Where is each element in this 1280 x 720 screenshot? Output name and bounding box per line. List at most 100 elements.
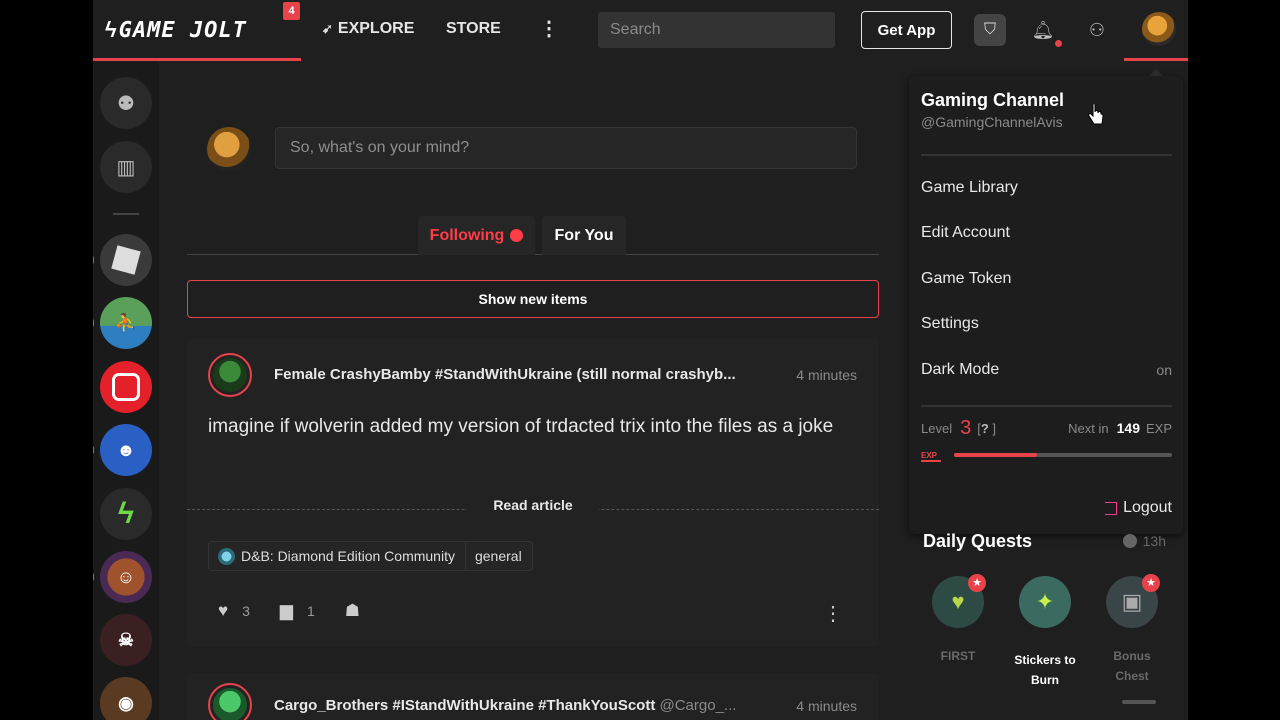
- community-name: D&B: Diamond Edition Community: [241, 541, 466, 571]
- logout-button[interactable]: Logout: [1105, 499, 1172, 517]
- menu-item-label: Game Token: [921, 270, 1012, 287]
- get-app-button[interactable]: Get App: [861, 11, 952, 49]
- switch-icon: [112, 373, 140, 401]
- post-composer-input[interactable]: So, what's on your mind?: [275, 127, 857, 169]
- read-article-link[interactable]: Read article: [467, 497, 599, 513]
- user-handle[interactable]: @GamingChannelAvis: [921, 114, 1063, 130]
- left-sidebar: ⚉ ▥ ⛹ ☻ ϟ ☺ ☠ ◉: [93, 61, 159, 720]
- post-author-name[interactable]: Female CrashyBamby #StandWithUkraine (st…: [274, 366, 774, 383]
- explore-icon: ➹: [322, 21, 333, 36]
- sidebar-game-8[interactable]: ◉: [100, 677, 152, 720]
- community-channel[interactable]: general: [466, 548, 532, 564]
- exp-unit: EXP: [1145, 420, 1172, 436]
- show-new-items-button[interactable]: Show new items: [187, 280, 879, 318]
- notification-dot: [1055, 40, 1062, 47]
- star-icon: ★: [1142, 574, 1160, 592]
- feed-post: Cargo_Brothers #IStandWithUkraine #Thank…: [187, 673, 879, 720]
- sidebar-game-5[interactable]: ϟ: [100, 488, 152, 540]
- game-token-button[interactable]: ⛉: [974, 14, 1006, 46]
- menu-item-edit-account[interactable]: Edit Account: [921, 218, 1172, 248]
- app-window: ϟ GAME JOLT 4 ➹ EXPLORE STORE ⋮ Get App …: [93, 0, 1188, 720]
- tab-following[interactable]: Following: [418, 216, 535, 255]
- hand-cursor-icon: [1088, 104, 1104, 125]
- heart-quest-icon: ♥ ★: [932, 574, 986, 628]
- sidebar-game-switch[interactable]: [100, 361, 152, 413]
- like-count: 3: [242, 603, 250, 619]
- comment-count: 1: [306, 603, 315, 619]
- like-button[interactable]: ♥ 3: [218, 601, 250, 621]
- gamejolt-logo[interactable]: ϟ GAME JOLT 4: [105, 2, 300, 44]
- user-avatar-button[interactable]: [1142, 12, 1176, 46]
- notifications-button[interactable]: 🔔︎: [1027, 14, 1062, 47]
- comment-button[interactable]: ▆ 1: [280, 601, 315, 621]
- heart-icon: ♥: [218, 601, 229, 620]
- sticker-icon: ☗: [344, 601, 361, 620]
- freddy-icon: ☺: [116, 566, 136, 587]
- next-level-exp: 149: [1116, 420, 1140, 436]
- post-more-options-icon[interactable]: ⋮: [823, 601, 843, 626]
- token-icon: ⛉: [974, 14, 1006, 46]
- exp-progress-fill: [954, 453, 1037, 457]
- daily-quests-title[interactable]: Daily Quests: [923, 531, 1032, 552]
- sidebar-game-2[interactable]: ⛹: [100, 297, 152, 349]
- sidebar-divider: [113, 213, 139, 215]
- menu-divider: [921, 154, 1172, 156]
- logout-icon: [1105, 501, 1118, 515]
- post-author-avatar[interactable]: [208, 353, 252, 397]
- user-display-name[interactable]: Gaming Channel: [921, 90, 1064, 111]
- community-icon: [218, 547, 235, 565]
- post-body-text: imagine if wolverin added my version of …: [208, 416, 834, 437]
- sidebar-pip: [93, 319, 94, 327]
- quest-stickers-to-burn[interactable]: ✦ Stickers to Burn: [1005, 576, 1085, 690]
- activity-feed: So, what's on your mind? Following For Y…: [187, 61, 879, 720]
- sidebar-activity-button[interactable]: ⚉: [100, 77, 152, 129]
- level-help-button[interactable]: ?: [981, 421, 989, 436]
- next-level-label: Next in: [1068, 420, 1109, 436]
- nav-explore[interactable]: ➹ EXPLORE: [322, 20, 414, 38]
- post-author-avatar[interactable]: [208, 683, 252, 720]
- quest-bonus-chest[interactable]: ▣ ★ Bonus Chest: [1092, 574, 1172, 686]
- bell-icon: 🔔︎: [1031, 19, 1055, 40]
- dark-mode-value: on: [1156, 362, 1172, 378]
- feed-post: Female CrashyBamby #StandWithUkraine (st…: [187, 339, 879, 647]
- sticker-button[interactable]: ☗: [345, 601, 374, 621]
- post-author-name[interactable]: Cargo_Brothers #IStandWithUkraine #Thank…: [274, 697, 774, 714]
- sidebar-game-6[interactable]: ☺: [100, 551, 152, 603]
- nav-store[interactable]: STORE: [446, 20, 501, 38]
- quests-timer-value: 13h: [1142, 533, 1166, 549]
- menu-item-dark-mode[interactable]: Dark Mode on: [921, 355, 1172, 385]
- user-dropdown-menu: Gaming Channel @GamingChannelAvis Game L…: [909, 69, 1183, 534]
- roblox-icon: [111, 245, 141, 275]
- friends-button[interactable]: ⚇: [1081, 14, 1113, 46]
- quest-label: Bonus Chest: [1113, 649, 1151, 683]
- sidebar-game-4[interactable]: ☻: [100, 424, 152, 476]
- composer-avatar: [207, 127, 251, 171]
- new-items-dot: [510, 229, 524, 242]
- library-icon: ▥: [116, 156, 136, 179]
- community-chip[interactable]: D&B: Diamond Edition Community general: [208, 541, 533, 571]
- menu-caret: [1149, 69, 1163, 76]
- sidebar-game-roblox[interactable]: [100, 234, 152, 286]
- tab-for-you[interactable]: For You: [542, 216, 626, 255]
- quest-first[interactable]: ♥ ★ FIRST: [918, 574, 998, 666]
- menu-item-game-library[interactable]: Game Library: [921, 173, 1172, 203]
- level-number: 3: [960, 416, 972, 439]
- tab-following-label: Following: [429, 226, 505, 244]
- menu-item-settings[interactable]: Settings: [921, 309, 1172, 339]
- activity-icon: ⚉: [117, 92, 135, 115]
- post-timestamp[interactable]: 4 minutes: [796, 698, 857, 714]
- sidebar-game-7[interactable]: ☠: [100, 614, 152, 666]
- daily-quests-timer: 13h: [1122, 533, 1166, 549]
- menu-item-label: Game Library: [921, 179, 1018, 196]
- quest-label: FIRST: [940, 649, 976, 663]
- quest-label: Stickers to Burn: [1014, 653, 1076, 687]
- more-menu-icon[interactable]: ⋮: [539, 16, 559, 41]
- logout-label: Logout: [1123, 499, 1172, 516]
- sticker-quest-icon: ✦: [1019, 576, 1071, 628]
- post-timestamp[interactable]: 4 minutes: [796, 367, 857, 383]
- search-input[interactable]: [598, 12, 835, 48]
- menu-item-game-token[interactable]: Game Token: [921, 264, 1172, 294]
- sidebar-library-button[interactable]: ▥: [100, 141, 152, 193]
- comment-icon: ▆: [279, 601, 293, 620]
- game-thumb-icon-7: ☠: [117, 629, 135, 650]
